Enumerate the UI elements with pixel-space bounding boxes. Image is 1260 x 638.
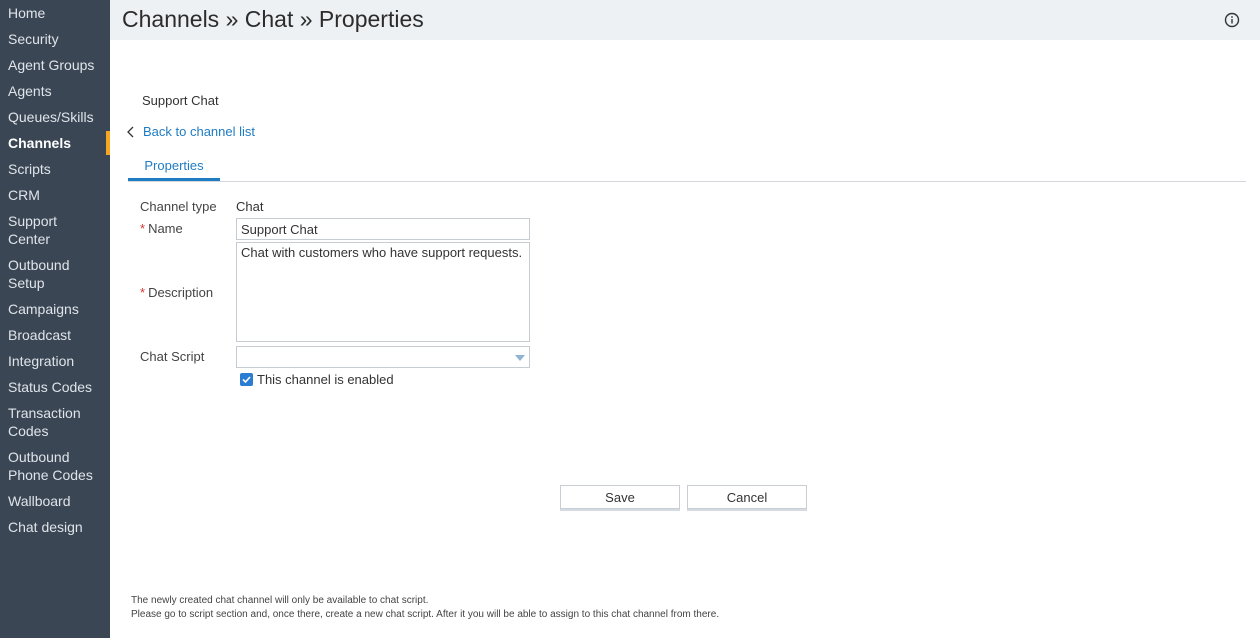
footer-note-line-2: Please go to script section and, once th…	[131, 609, 720, 620]
sidebar-item-status-codes[interactable]: Status Codes	[0, 378, 110, 396]
channel-type-value: Chat	[236, 199, 264, 214]
checkmark-icon	[242, 376, 251, 384]
sidebar-item-label: Agents	[8, 83, 52, 99]
sidebar-item-outbound-setup[interactable]: Outbound Setup	[0, 256, 110, 292]
sidebar-item-label: Queues/Skills	[8, 109, 94, 125]
sidebar-item-scripts[interactable]: Scripts	[0, 160, 110, 178]
sidebar-item-integration[interactable]: Integration	[0, 352, 110, 370]
tab-properties[interactable]: Properties	[128, 155, 220, 181]
sidebar-item-label: Agent Groups	[8, 57, 95, 73]
channel-type-label: Channel type	[140, 199, 217, 214]
page-header: Channels » Chat » Properties	[110, 0, 1260, 40]
sidebar-item-channels[interactable]: Channels	[0, 131, 110, 155]
chat-script-select[interactable]	[236, 346, 530, 368]
sidebar-item-label: CRM	[8, 187, 40, 203]
sidebar-item-wallboard[interactable]: Wallboard	[0, 492, 110, 510]
required-marker: *	[140, 285, 146, 300]
description-label-text: Description	[148, 285, 214, 300]
info-icon[interactable]	[1224, 12, 1240, 28]
enabled-label: This channel is enabled	[257, 372, 394, 387]
tab-bar: Properties	[128, 155, 1246, 182]
sidebar-item-label: Outbound	[8, 257, 70, 273]
sidebar-item-label: Campaigns	[8, 301, 79, 317]
sidebar-item-broadcast[interactable]: Broadcast	[0, 326, 110, 344]
sidebar-item-label: Setup	[8, 275, 45, 291]
sidebar-item-label: Codes	[8, 423, 49, 439]
sidebar-item-label: Outbound	[8, 449, 70, 465]
sidebar-item-label: Phone Codes	[8, 467, 93, 483]
sidebar-item-label: Broadcast	[8, 327, 72, 343]
save-button[interactable]: Save	[560, 485, 680, 509]
sidebar-item-outbound-phone-codes[interactable]: Outbound Phone Codes	[0, 448, 110, 484]
name-field[interactable]	[236, 218, 530, 240]
sidebar-item-label: Scripts	[8, 161, 51, 177]
dropdown-arrow-icon	[515, 355, 525, 361]
sidebar-item-crm[interactable]: CRM	[0, 186, 110, 204]
chevron-left-icon	[124, 125, 138, 139]
sidebar-item-queues-skills[interactable]: Queues/Skills	[0, 108, 110, 126]
sidebar-item-chat-design[interactable]: Chat design	[0, 518, 110, 536]
footer-note-line-1: The newly created chat channel will only…	[131, 595, 429, 606]
sidebar-item-security[interactable]: Security	[0, 30, 110, 48]
name-label-text: Name	[148, 221, 183, 236]
enabled-checkbox-row: This channel is enabled	[240, 372, 394, 387]
description-label: * Description	[140, 285, 213, 300]
sidebar-item-label: Integration	[8, 353, 75, 369]
sidebar-item-label: Wallboard	[8, 493, 71, 509]
back-link-label: Back to channel list	[143, 124, 256, 139]
chat-script-label: Chat Script	[140, 349, 205, 364]
sidebar-item-label: Channels	[8, 135, 72, 151]
sidebar: Home Security Agent Groups Agents Queues…	[0, 0, 110, 638]
cancel-button[interactable]: Cancel	[687, 485, 807, 509]
sidebar-item-agents[interactable]: Agents	[0, 82, 110, 100]
channel-name: Support Chat	[142, 93, 219, 108]
sidebar-item-label: Transaction	[8, 405, 81, 421]
sidebar-item-label: Center	[8, 231, 51, 247]
sidebar-item-home[interactable]: Home	[0, 4, 110, 22]
page-title: Channels » Chat » Properties	[122, 6, 424, 32]
sidebar-item-label: Support	[8, 213, 58, 229]
enabled-checkbox[interactable]	[240, 373, 253, 386]
sidebar-item-transaction-codes[interactable]: Transaction Codes	[0, 404, 110, 440]
name-label: * Name	[140, 221, 183, 236]
sidebar-item-label: Home	[8, 5, 46, 21]
description-field[interactable]: Chat with customers who have support req…	[236, 242, 530, 342]
sidebar-item-label: Security	[8, 31, 59, 47]
sidebar-item-label: Chat design	[8, 519, 83, 535]
required-marker: *	[140, 221, 146, 236]
sidebar-item-agent-groups[interactable]: Agent Groups	[0, 56, 110, 74]
sidebar-item-campaigns[interactable]: Campaigns	[0, 300, 110, 318]
back-to-channel-list-link[interactable]: Back to channel list	[124, 124, 255, 139]
sidebar-item-label: Status Codes	[8, 379, 93, 395]
sidebar-item-support-center[interactable]: Support Center	[0, 212, 110, 248]
